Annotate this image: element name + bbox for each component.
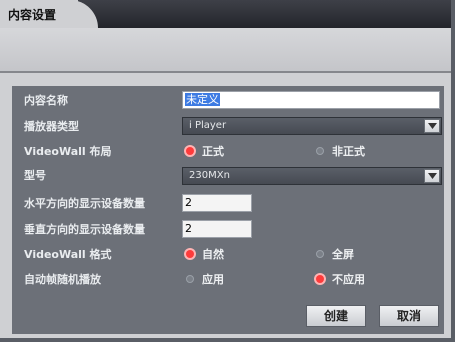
content-name-field[interactable]: 未定义: [182, 91, 440, 109]
radio-selected-icon: [186, 250, 194, 258]
vertical-count-field[interactable]: 2: [182, 220, 252, 238]
content-settings-window: 内容设置 内容名称 未定义 播放器类型 i Player VideoWall 布…: [0, 0, 455, 342]
model-label: 型号: [24, 169, 46, 182]
format-option-fullscreen-label: 全屏: [332, 248, 354, 261]
autoplay-option-not-apply-label: 不应用: [332, 273, 365, 286]
layout-option-formal-label: 正式: [202, 145, 224, 158]
format-option-natural-label: 自然: [202, 248, 224, 261]
autoplay-radio-not-apply[interactable]: 不应用: [316, 271, 365, 289]
vertical-count-label: 垂直方向的显示设备数量: [24, 223, 145, 236]
layout-radio-informal[interactable]: 非正式: [316, 143, 365, 161]
tab-label: 内容设置: [8, 8, 57, 22]
autoplay-option-apply-label: 应用: [202, 273, 224, 286]
radio-unselected-icon: [186, 275, 194, 283]
layout-radio-formal[interactable]: 正式: [186, 143, 224, 161]
videowall-format-label: VideoWall 格式: [24, 248, 112, 261]
create-button[interactable]: 创建: [306, 305, 366, 327]
chevron-down-icon: [428, 173, 437, 179]
player-type-value: i Player: [189, 120, 227, 131]
vertical-count-value: 2: [185, 222, 192, 235]
header-band: [0, 28, 451, 72]
player-type-label: 播放器类型: [24, 120, 79, 133]
content-name-value: 未定义: [185, 93, 220, 106]
radio-selected-icon: [186, 147, 194, 155]
videowall-layout-label: VideoWall 布局: [24, 145, 112, 158]
model-dropdown-button[interactable]: [424, 169, 440, 183]
layout-option-informal-label: 非正式: [332, 145, 365, 158]
header-divider: [0, 71, 451, 73]
horizontal-count-field[interactable]: 2: [182, 194, 252, 212]
horizontal-count-value: 2: [185, 196, 192, 209]
player-type-select[interactable]: i Player: [182, 117, 442, 135]
cancel-button[interactable]: 取消: [379, 305, 439, 327]
content-name-label: 内容名称: [24, 94, 68, 107]
model-select[interactable]: 230MXn: [182, 167, 442, 185]
radio-unselected-icon: [316, 250, 324, 258]
auto-play-label: 自动帧随机播放: [24, 273, 101, 286]
autoplay-radio-apply[interactable]: 应用: [186, 271, 224, 289]
radio-unselected-icon: [316, 147, 324, 155]
format-radio-fullscreen[interactable]: 全屏: [316, 246, 354, 264]
player-type-dropdown-button[interactable]: [424, 119, 440, 133]
horizontal-count-label: 水平方向的显示设备数量: [24, 197, 145, 210]
format-radio-natural[interactable]: 自然: [186, 246, 224, 264]
model-value: 230MXn: [189, 170, 230, 181]
chevron-down-icon: [428, 123, 437, 129]
radio-selected-icon: [316, 275, 324, 283]
